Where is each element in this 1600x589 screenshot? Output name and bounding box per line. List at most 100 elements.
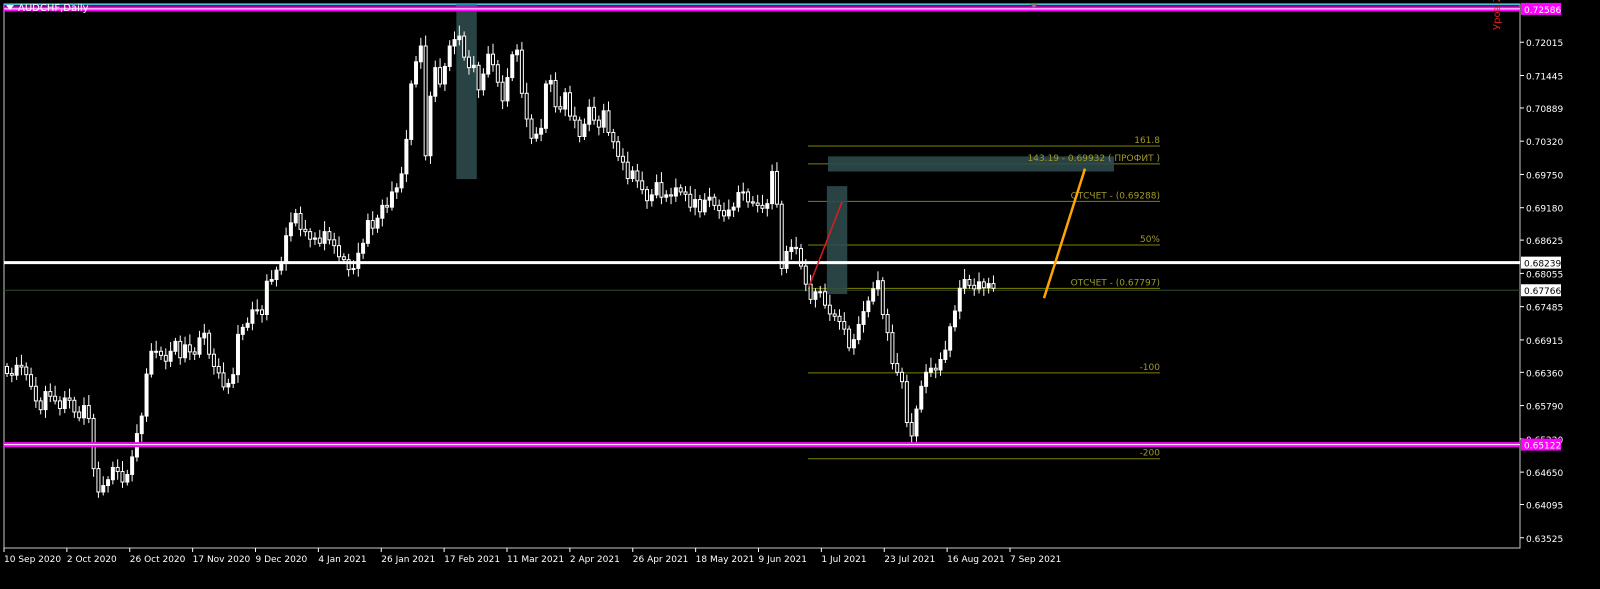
- candle-body: [746, 191, 751, 203]
- candle-body: [399, 173, 404, 189]
- fib-label: ОТСЧЕТ - (0.67797): [1071, 278, 1160, 288]
- candle-body: [707, 196, 712, 201]
- candle-body: [630, 170, 635, 180]
- fib-label: 161.8: [1134, 136, 1160, 146]
- candle-body: [409, 83, 414, 140]
- candle-body: [770, 171, 775, 205]
- candle-body: [173, 340, 178, 352]
- y-tick-label: 0.66915: [1526, 337, 1563, 347]
- x-tick-label: 1 Jul 2021: [821, 555, 866, 565]
- candle-body: [515, 49, 520, 56]
- candle-body: [106, 479, 111, 487]
- bottom-magenta-level-tag-label: 0.65122: [1524, 442, 1561, 452]
- price-chart[interactable]: 161.8 143.19 - 0.69932 ( ПРОФИТ ) ОТСЧЕТ -…: [0, 0, 1600, 585]
- candle-body: [592, 106, 597, 121]
- candle-body: [736, 192, 741, 208]
- candle-body: [731, 206, 736, 211]
- candle-body: [832, 313, 837, 317]
- y-tick-label: 0.64095: [1526, 502, 1563, 512]
- chart-title: AUDCHF,Daily: [6, 3, 89, 14]
- candle-body: [952, 310, 957, 328]
- candle-body: [635, 170, 640, 182]
- candle-body: [231, 374, 236, 384]
- y-tick-label: 0.69750: [1526, 171, 1563, 181]
- candle-body: [510, 54, 515, 79]
- candle-body: [900, 371, 905, 383]
- candle-body: [269, 279, 274, 282]
- candle-body: [380, 204, 385, 219]
- candle-body: [33, 385, 38, 402]
- candle-body: [669, 194, 674, 197]
- candle-body: [717, 204, 722, 212]
- candle-body: [534, 133, 539, 139]
- candle-body: [389, 191, 394, 208]
- chart-title-text: AUDCHF,Daily: [18, 3, 89, 14]
- x-tick-label: 4 Jan 2021: [318, 555, 366, 565]
- candle-body: [683, 191, 688, 195]
- candle-body: [721, 210, 726, 217]
- candle-body: [168, 350, 173, 362]
- candle-body: [871, 288, 876, 302]
- candle-body: [447, 45, 452, 67]
- candle-body: [183, 344, 188, 359]
- candle-body: [38, 400, 43, 411]
- candle-body: [5, 365, 9, 374]
- top-magenta-level-tag-label: 0.72586: [1524, 6, 1561, 16]
- candle-body: [158, 350, 163, 356]
- candle-body: [664, 194, 669, 198]
- candle-body: [394, 187, 399, 193]
- chart-window[interactable]: 161.8 143.19 - 0.69932 ( ПРОФИТ ) ОТСЧЕТ -…: [0, 0, 1600, 585]
- candle-body: [548, 79, 553, 85]
- candle-body: [14, 364, 19, 376]
- candle-body: [149, 350, 154, 375]
- candle-body: [861, 311, 866, 325]
- candle-body: [67, 397, 72, 401]
- candle-body: [235, 333, 240, 376]
- candle-body: [264, 280, 269, 316]
- candle-body: [596, 119, 601, 128]
- x-tick-label: 17 Feb 2021: [444, 555, 500, 565]
- plot-frame: [3, 3, 1521, 549]
- fib-label: -100: [1140, 363, 1161, 373]
- candle-body: [981, 281, 986, 289]
- candle-body: [977, 281, 982, 290]
- candle-body: [77, 411, 82, 419]
- candle-body: [418, 45, 423, 63]
- candle-body: [288, 222, 293, 237]
- candle-body: [572, 115, 577, 121]
- y-tick-label: 0.63525: [1526, 535, 1563, 545]
- candle-body: [702, 199, 707, 213]
- candle-body: [48, 391, 53, 397]
- y-tick-label: 0.65790: [1526, 403, 1563, 413]
- candle-body: [914, 408, 919, 437]
- candle-body: [197, 337, 202, 355]
- candle-body: [813, 291, 818, 300]
- fib-label: ОТСЧЕТ - (0.69288): [1071, 191, 1160, 201]
- candle-body: [178, 340, 183, 359]
- candle-body: [760, 204, 765, 209]
- candle-body: [972, 284, 977, 290]
- y-tick-label: 0.71445: [1526, 73, 1563, 83]
- candle-body: [202, 332, 207, 339]
- candle-body: [163, 354, 168, 362]
- candle-body: [370, 220, 375, 229]
- dropdown-triangle-icon[interactable]: [6, 5, 14, 10]
- x-tick-label: 2 Apr 2021: [570, 555, 620, 565]
- candle-body: [260, 309, 265, 316]
- fib-label: -200: [1140, 449, 1161, 459]
- candle-body: [967, 279, 972, 286]
- candle-body: [433, 67, 438, 97]
- x-tick-label: 16 Aug 2021: [947, 555, 1005, 565]
- candle-body: [332, 239, 337, 247]
- candle-body: [519, 49, 524, 94]
- candle-body: [57, 400, 62, 409]
- y-tick-label: 0.70320: [1526, 138, 1563, 148]
- candle-body: [495, 64, 500, 83]
- candle-body: [385, 204, 390, 208]
- candle-body: [784, 250, 789, 269]
- candle-body: [423, 45, 428, 157]
- candle-body: [24, 366, 29, 376]
- candle-body: [611, 131, 616, 143]
- candle-body: [317, 237, 322, 244]
- candle-body: [240, 326, 245, 335]
